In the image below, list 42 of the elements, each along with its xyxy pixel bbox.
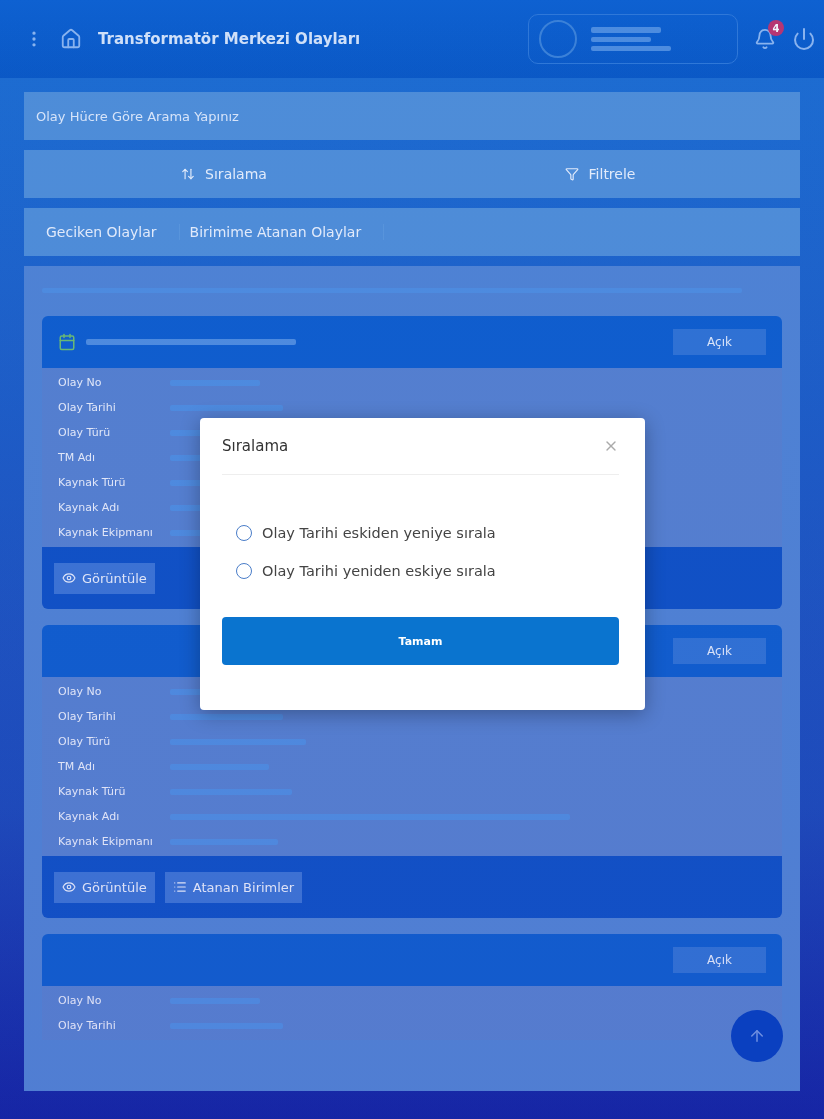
field-label: Olay No	[58, 375, 103, 391]
tab[interactable]: Geciken Olaylar	[36, 224, 180, 240]
notification-badge: 4	[768, 20, 784, 36]
field-label: Kaynak Türü	[58, 475, 127, 491]
home-icon[interactable]	[60, 28, 82, 50]
status-button[interactable]: Açık	[673, 638, 766, 664]
list-icon	[172, 880, 187, 894]
calendar-icon	[58, 333, 76, 351]
filter-icon	[564, 167, 579, 181]
field-label: Olay No	[58, 684, 103, 700]
sort-icon	[181, 167, 196, 181]
search-field[interactable]: Olay Hücre Göre Arama Yapınız	[24, 92, 800, 140]
field-label: Olay Tarihi	[58, 1018, 117, 1034]
field-label: TM Adı	[58, 759, 97, 775]
field-label: Olay Türü	[58, 734, 112, 750]
toolbar-button[interactable]: Sıralama	[36, 166, 412, 182]
action-button[interactable]: Atanan Birimler	[164, 871, 303, 903]
page-title: Transformatör Merkezi Olayları	[98, 30, 362, 48]
eye-icon	[62, 571, 76, 585]
sort-option[interactable]: Olay Tarihi eskiden yeniye sırala	[236, 525, 619, 541]
field-label: Kaynak Adı	[58, 500, 121, 516]
power-icon[interactable]	[792, 27, 816, 51]
field-label: Kaynak Türü	[58, 784, 127, 800]
field-label: Olay Türü	[58, 425, 112, 441]
action-button[interactable]: Görüntüle	[54, 562, 155, 594]
confirm-button[interactable]: Tamam	[222, 617, 619, 665]
field-label: Olay Tarihi	[58, 709, 117, 725]
field-label: Olay No	[58, 993, 103, 1009]
field-label: TM Adı	[58, 450, 97, 466]
status-button[interactable]: Açık	[673, 329, 766, 355]
dialog-title: Sıralama	[222, 437, 289, 455]
sort-option[interactable]: Olay Tarihi yeniden eskiye sırala	[236, 563, 619, 579]
avatar-icon	[539, 20, 577, 58]
status-button[interactable]: Açık	[673, 947, 766, 973]
field-label: Olay Tarihi	[58, 400, 117, 416]
eye-icon	[62, 880, 76, 894]
field-label: Kaynak Adı	[58, 809, 121, 825]
field-label: Kaynak Ekipmanı	[58, 834, 154, 850]
field-label: Kaynak Ekipmanı	[58, 525, 154, 541]
tab[interactable]: Birimime Atanan Olaylar	[179, 224, 385, 240]
toolbar-button[interactable]: Filtrele	[412, 166, 788, 182]
action-button[interactable]: Görüntüle	[54, 871, 155, 903]
